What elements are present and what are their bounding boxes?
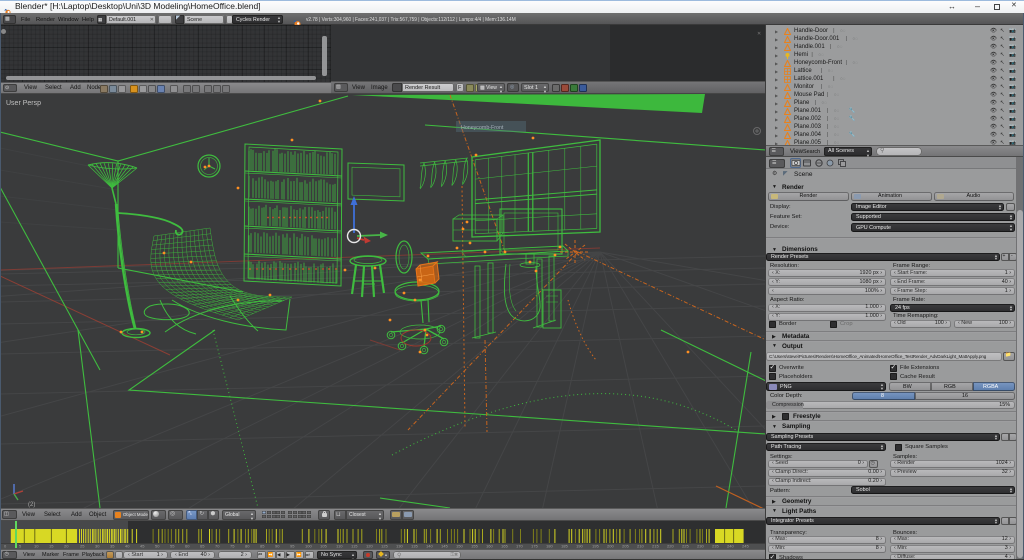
svg-text:User Persp: User Persp [6, 100, 41, 107]
svg-text:Honeycomb-Front: Honeycomb-Front [461, 125, 504, 131]
